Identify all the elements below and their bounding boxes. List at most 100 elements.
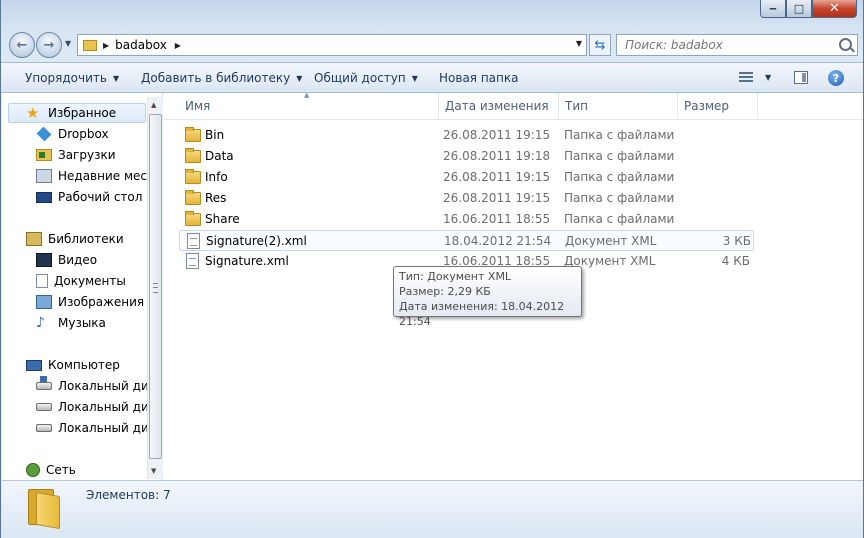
- sidebar-item-network[interactable]: Сеть: [26, 460, 76, 480]
- address-bar[interactable]: ▶ badabox ▶ ▼: [77, 34, 587, 56]
- table-row[interactable]: Bin 26.08.2011 19:15 Папка с файлами: [179, 125, 754, 146]
- organize-label: Упорядочить: [25, 71, 107, 85]
- sidebar-item-local-disk[interactable]: Локальный диск: [36, 376, 162, 396]
- folder-icon: [185, 169, 201, 184]
- tooltip-date: Дата изменения: 18.04.2012 21:54: [399, 300, 565, 328]
- column-header-name[interactable]: Имя: [179, 93, 439, 119]
- breadcrumb-arrow-icon[interactable]: ▶: [175, 41, 181, 50]
- column-header-type[interactable]: Тип: [559, 93, 678, 119]
- preview-pane-icon[interactable]: [794, 71, 808, 84]
- file-date: 26.08.2011 19:15: [443, 191, 551, 205]
- music-icon: ♪: [36, 315, 45, 331]
- downloads-icon: [36, 149, 52, 161]
- sidebar-item-documents[interactable]: Документы: [36, 271, 126, 291]
- sidebar-item-favorites[interactable]: ★ Избранное: [8, 103, 146, 123]
- sidebar-item-desktop[interactable]: Рабочий стол: [36, 187, 142, 207]
- sidebar-item-label: Загрузки: [58, 148, 116, 162]
- file-date: 16.06.2011 18:55: [443, 212, 551, 226]
- recent-places-icon: [36, 169, 52, 183]
- sidebar-item-label: Видео: [58, 253, 98, 267]
- folder-icon: [26, 489, 64, 530]
- file-date: 26.08.2011 19:15: [443, 128, 551, 142]
- folder-icon: [185, 211, 201, 226]
- chevron-down-icon: ▼: [112, 74, 120, 83]
- scroll-up-icon[interactable]: ▲: [151, 101, 156, 109]
- share-label: Общий доступ: [314, 71, 406, 85]
- file-date: 26.08.2011 19:15: [443, 170, 551, 184]
- column-header-size[interactable]: Размер: [678, 93, 758, 119]
- sidebar-item-dropbox[interactable]: Dropbox: [36, 124, 109, 144]
- sidebar-item-libraries[interactable]: Библиотеки: [26, 229, 124, 249]
- navigation-pane-scrollbar[interactable]: ▲ ▼: [147, 97, 163, 479]
- navigation-pane: ★ Избранное Dropbox Загрузки Недавние мес…: [2, 93, 163, 480]
- share-menu[interactable]: Общий доступ ▼: [314, 71, 418, 85]
- address-history-dropdown[interactable]: ▼: [576, 39, 582, 48]
- file-name: Share: [205, 212, 240, 226]
- minimize-icon: ‒: [769, 2, 777, 15]
- sidebar-item-recent-places[interactable]: Недавние места: [36, 166, 161, 186]
- forward-button[interactable]: →: [36, 32, 62, 58]
- scrollbar-thumb[interactable]: [149, 114, 162, 459]
- file-date: 26.08.2011 19:18: [443, 149, 551, 163]
- chevron-down-icon: ▼: [411, 74, 418, 83]
- table-row[interactable]: Share 16.06.2011 18:55 Папка с файлами: [179, 209, 754, 230]
- change-view-icon[interactable]: [739, 72, 753, 84]
- sidebar-item-downloads[interactable]: Загрузки: [36, 145, 116, 165]
- breadcrumb-arrow-icon[interactable]: ▶: [103, 41, 109, 50]
- sidebar-item-computer[interactable]: Компьютер: [26, 355, 120, 375]
- table-row[interactable]: Signature(2).xml 18.04.2012 21:54 Докуме…: [179, 230, 754, 251]
- search-icon[interactable]: [839, 38, 852, 51]
- table-row[interactable]: Res 26.08.2011 19:15 Папка с файлами: [179, 188, 754, 209]
- file-name: Data: [205, 149, 234, 163]
- scroll-down-icon[interactable]: ▼: [151, 467, 156, 475]
- close-button[interactable]: ✕: [812, 0, 857, 18]
- sidebar-item-local-disk[interactable]: Локальный диск: [36, 397, 162, 417]
- table-row[interactable]: Info 26.08.2011 19:15 Папка с файлами: [179, 167, 754, 188]
- sidebar-item-label: Документы: [54, 274, 126, 288]
- search-box[interactable]: [616, 34, 858, 56]
- sidebar-item-label: Dropbox: [58, 127, 109, 141]
- file-type: Папка с файлами: [564, 191, 675, 205]
- details-pane: Элементов: 7: [2, 480, 863, 537]
- grip-icon: [153, 283, 158, 293]
- chevron-down-icon: ▼: [296, 74, 303, 83]
- sidebar-item-music[interactable]: ♪ Музыка: [36, 313, 106, 333]
- forward-arrow-icon: →: [43, 37, 55, 53]
- folder-icon: [185, 148, 201, 163]
- library-icon: [26, 232, 42, 246]
- column-header-date[interactable]: Дата изменения: [439, 93, 559, 119]
- sidebar-item-video[interactable]: Видео: [36, 250, 97, 270]
- maximize-icon: □: [793, 2, 805, 15]
- sidebar-item-local-disk[interactable]: Локальный диск: [36, 418, 162, 438]
- breadcrumb-badabox[interactable]: badabox: [115, 38, 167, 52]
- recent-pages-dropdown[interactable]: ▼: [65, 39, 71, 48]
- sidebar-item-label: Музыка: [58, 316, 106, 330]
- sidebar-item-label: Библиотеки: [48, 232, 124, 246]
- minimize-button[interactable]: ‒: [760, 0, 786, 18]
- file-size: 3 КБ: [722, 234, 751, 248]
- tooltip-size: Размер: 2,29 КБ: [399, 285, 491, 298]
- add-to-library-menu[interactable]: Добавить в библиотеку ▼: [141, 71, 302, 85]
- pictures-icon: [36, 295, 52, 309]
- sidebar-item-label: Компьютер: [48, 358, 120, 372]
- folder-icon: [83, 39, 97, 51]
- maximize-button[interactable]: □: [786, 0, 812, 18]
- sidebar-item-pictures[interactable]: Изображения: [36, 292, 144, 312]
- refresh-button[interactable]: ⇆: [589, 34, 611, 56]
- search-input[interactable]: [625, 38, 825, 52]
- video-icon: [36, 253, 52, 267]
- network-icon: [26, 463, 40, 477]
- file-type: Папка с файлами: [564, 212, 675, 226]
- view-options-dropdown[interactable]: ▼: [765, 73, 771, 82]
- back-button[interactable]: ←: [9, 32, 35, 58]
- add-to-library-label: Добавить в библиотеку: [141, 71, 291, 85]
- documents-icon: [36, 274, 48, 288]
- command-bar: Упорядочить ▼ Добавить в библиотеку ▼ Общи…: [1, 62, 863, 93]
- organize-menu[interactable]: Упорядочить ▼: [25, 71, 119, 85]
- table-row[interactable]: Data 26.08.2011 19:18 Папка с файлами: [179, 146, 754, 167]
- new-folder-button[interactable]: Новая папка: [439, 71, 518, 85]
- file-name: Bin: [205, 128, 225, 142]
- help-icon[interactable]: ?: [828, 70, 844, 86]
- item-count: Элементов: 7: [86, 488, 171, 502]
- file-type: Папка с файлами: [564, 170, 675, 184]
